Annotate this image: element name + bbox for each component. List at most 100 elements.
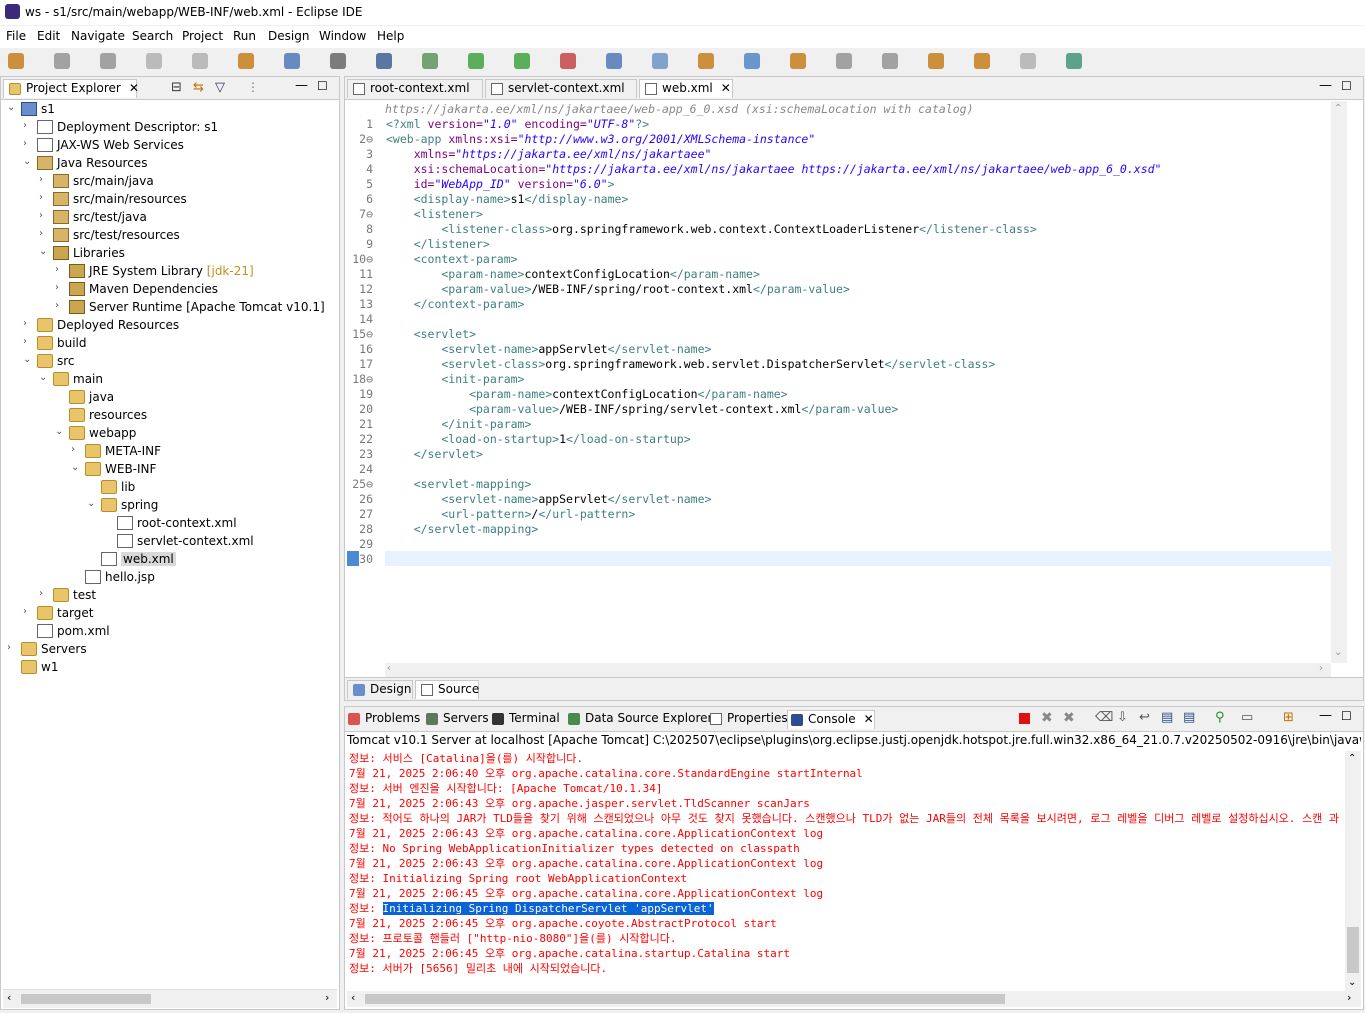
minimize-icon[interactable]: —	[1319, 708, 1332, 723]
collapse-arrow-icon[interactable]: ⌄	[39, 372, 51, 383]
clear-console-icon[interactable]: ⌫	[1095, 710, 1113, 725]
editor-vertical-scrollbar[interactable]: ⌃ ⌄	[1331, 101, 1347, 663]
expand-arrow-icon[interactable]: ›	[23, 318, 35, 329]
search-deploy-icon[interactable]	[790, 53, 806, 69]
tab-source[interactable]: Source	[415, 680, 479, 699]
close-icon[interactable]: ✕	[721, 81, 731, 95]
expand-arrow-icon[interactable]: ›	[55, 282, 67, 293]
collapse-arrow-icon[interactable]: ⌄	[71, 462, 83, 473]
redo-icon[interactable]	[192, 53, 208, 69]
tab-terminal[interactable]: Terminal	[489, 710, 565, 729]
maximize-icon[interactable]: ☐	[1341, 79, 1352, 93]
back-icon[interactable]	[974, 53, 990, 69]
editor-horizontal-scrollbar[interactable]: ‹ ›	[385, 663, 1331, 677]
minimize-icon[interactable]: —	[295, 78, 308, 93]
tab-console[interactable]: Console ✕	[787, 710, 875, 729]
scroll-lock-icon[interactable]: ⇩	[1117, 710, 1128, 725]
expand-arrow-icon[interactable]: ›	[23, 336, 35, 347]
web-browser-icon[interactable]	[744, 53, 760, 69]
console-vertical-scrollbar[interactable]: ⌃ ⌄	[1345, 751, 1361, 991]
menu-search[interactable]: Search	[132, 29, 173, 43]
minimize-icon[interactable]: —	[1319, 78, 1332, 93]
tab-project-explorer[interactable]: Project Explorer ✕	[3, 79, 139, 98]
menu-file[interactable]: File	[6, 29, 26, 43]
new-java-project-icon[interactable]	[606, 53, 622, 69]
display-console-icon[interactable]: ▭	[1241, 710, 1253, 725]
word-wrap-icon[interactable]: ↩	[1139, 710, 1150, 725]
tab-servers[interactable]: Servers	[423, 710, 494, 729]
undo-icon[interactable]	[146, 53, 162, 69]
expand-arrow-icon[interactable]: ›	[39, 174, 51, 185]
scrollbar-thumb[interactable]	[1347, 927, 1359, 973]
maximize-icon[interactable]: ☐	[1341, 709, 1352, 723]
menu-navigate[interactable]: Navigate	[71, 29, 125, 43]
tab-data-source-explorer[interactable]: Data Source Explorer	[565, 710, 717, 729]
collapse-arrow-icon[interactable]: ⌄	[23, 156, 35, 167]
tab-servlet-context[interactable]: servlet-context.xml	[485, 79, 637, 98]
expand-arrow-icon[interactable]: ›	[23, 606, 35, 617]
collapse-arrow-icon[interactable]: ⌄	[39, 246, 51, 257]
remove-all-icon[interactable]: ✖	[1063, 710, 1075, 726]
code-area[interactable]: 1 <?xml version="1.0" encoding="UTF-8"?>…	[345, 117, 1331, 662]
close-icon[interactable]: ✕	[864, 712, 874, 726]
save-icon[interactable]	[54, 53, 70, 69]
link-editor-icon[interactable]: ⇆	[193, 80, 204, 95]
collapse-arrow-icon[interactable]: ⌄	[23, 354, 35, 365]
tab-root-context[interactable]: root-context.xml	[347, 79, 483, 98]
build-icon[interactable]	[238, 53, 254, 69]
show-on-stderr-icon[interactable]: ▤	[1183, 710, 1195, 725]
close-icon[interactable]: ✕	[129, 81, 139, 95]
remove-launch-icon[interactable]: ✖	[1041, 710, 1053, 726]
tab-properties[interactable]: Properties	[707, 710, 793, 729]
prev-annotation-icon[interactable]	[882, 53, 898, 69]
expand-arrow-icon[interactable]: ›	[39, 228, 51, 239]
terminate-icon[interactable]	[1019, 713, 1030, 724]
menu-help[interactable]: Help	[377, 29, 404, 43]
menu-project[interactable]: Project	[182, 29, 223, 43]
console-output[interactable]: 정보: 서비스 [Catalina]을(를) 시작합니다. 7월 21, 2025…	[345, 751, 1343, 983]
open-file-icon[interactable]	[698, 53, 714, 69]
collapse-arrow-icon[interactable]: ⌄	[55, 426, 67, 437]
last-edit-icon[interactable]	[928, 53, 944, 69]
new-icon[interactable]	[8, 53, 24, 69]
menu-run[interactable]: Run	[233, 29, 256, 43]
scrollbar-thumb[interactable]	[21, 994, 151, 1004]
run-icon[interactable]	[468, 53, 484, 69]
tree-horizontal-scrollbar[interactable]: ‹ ›	[3, 989, 337, 1008]
expand-arrow-icon[interactable]: ›	[39, 192, 51, 203]
filter-icon[interactable]: ▽	[215, 80, 225, 95]
collapse-all-icon[interactable]: ⊟	[171, 80, 182, 95]
tab-web-xml[interactable]: web.xml ✕	[639, 79, 733, 98]
expand-arrow-icon[interactable]: ›	[7, 642, 19, 653]
next-annotation-icon[interactable]	[836, 53, 852, 69]
menu-design[interactable]: Design	[268, 29, 309, 43]
new-window-icon[interactable]	[1066, 53, 1082, 69]
menu-edit[interactable]: Edit	[37, 29, 60, 43]
forward-icon[interactable]	[1020, 53, 1036, 69]
scrollbar-thumb[interactable]	[365, 994, 1005, 1004]
pin-console-icon[interactable]: ⚲	[1215, 710, 1225, 725]
expand-arrow-icon[interactable]: ›	[39, 588, 51, 599]
expand-arrow-icon[interactable]: ›	[71, 444, 83, 455]
new-class-icon[interactable]	[652, 53, 668, 69]
expand-arrow-icon[interactable]: ›	[23, 120, 35, 131]
collapse-arrow-icon[interactable]: ⌄	[7, 102, 19, 113]
open-console-icon[interactable]: ⊞	[1283, 710, 1294, 725]
open-type-icon[interactable]	[284, 53, 300, 69]
tab-design[interactable]: Design	[347, 680, 413, 699]
maximize-icon[interactable]: ☐	[317, 79, 328, 93]
collapse-arrow-icon[interactable]: ⌄	[87, 498, 99, 509]
tab-problems[interactable]: Problems	[345, 710, 425, 729]
expand-arrow-icon[interactable]: ›	[55, 264, 67, 275]
task-icon[interactable]	[330, 53, 346, 69]
expand-arrow-icon[interactable]: ›	[55, 300, 67, 311]
menu-window[interactable]: Window	[319, 29, 366, 43]
search-icon[interactable]	[376, 53, 392, 69]
external-tools-icon[interactable]	[560, 53, 576, 69]
debug-icon[interactable]	[422, 53, 438, 69]
show-on-stdout-icon[interactable]: ▤	[1161, 710, 1173, 725]
console-horizontal-scrollbar[interactable]: ‹ ›	[347, 991, 1361, 1007]
view-menu-icon[interactable]: ⋮	[247, 80, 259, 94]
expand-arrow-icon[interactable]: ›	[39, 210, 51, 221]
run-coverage-icon[interactable]	[514, 53, 530, 69]
